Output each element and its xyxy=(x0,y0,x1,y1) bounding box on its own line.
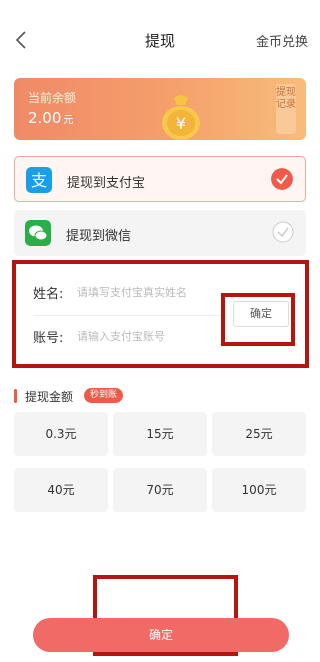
amount-option[interactable]: 25元 xyxy=(212,412,306,456)
balance-value: 2.00 xyxy=(28,109,62,127)
account-form: 姓名: 账号: 确定 xyxy=(14,262,306,366)
amount-option[interactable]: 0.3元 xyxy=(14,412,108,456)
amount-option[interactable]: 70元 xyxy=(113,468,207,512)
amount-title: 提现金额 xyxy=(25,390,74,404)
confirm-button[interactable]: 确定 xyxy=(33,618,289,652)
amount-option[interactable]: 100元 xyxy=(212,468,306,512)
checked-icon xyxy=(271,168,293,190)
alipay-option[interactable]: 支 提现到支付宝 xyxy=(14,156,306,202)
wechat-option[interactable]: 提现到微信 xyxy=(14,210,306,256)
coin-exchange-link[interactable]: 金币兑换 xyxy=(256,31,308,50)
account-label: 账号: xyxy=(33,331,64,346)
alipay-label: 提现到支付宝 xyxy=(67,176,146,191)
amount-option[interactable]: 15元 xyxy=(113,412,207,456)
balance-amount: 2.00 元 xyxy=(28,109,73,127)
section-accent-bar xyxy=(14,389,17,403)
alipay-icon: 支 xyxy=(26,167,52,193)
amount-option[interactable]: 40元 xyxy=(14,468,108,512)
svg-text:¥: ¥ xyxy=(176,114,186,133)
header-bar: 提现 金币兑换 xyxy=(0,0,320,80)
instant-badge: 秒到账 xyxy=(84,388,124,403)
balance-unit: 元 xyxy=(63,115,74,126)
money-bag-icon: ¥ xyxy=(162,95,200,140)
account-input[interactable] xyxy=(77,325,227,347)
form-confirm-button[interactable]: 确定 xyxy=(233,301,289,327)
field-divider xyxy=(33,315,223,316)
wechat-label: 提现到微信 xyxy=(66,229,132,244)
name-label: 姓名: xyxy=(33,287,64,302)
wechat-icon xyxy=(25,220,51,246)
unchecked-icon xyxy=(272,221,294,243)
name-input[interactable] xyxy=(77,281,227,303)
balance-label: 当前余额 xyxy=(28,91,77,105)
svg-text:支: 支 xyxy=(31,171,47,190)
balance-card: 当前余额 2.00 元 ¥ 提现记录 xyxy=(14,78,306,140)
withdraw-record-tab[interactable]: 提现记录 xyxy=(276,84,296,134)
